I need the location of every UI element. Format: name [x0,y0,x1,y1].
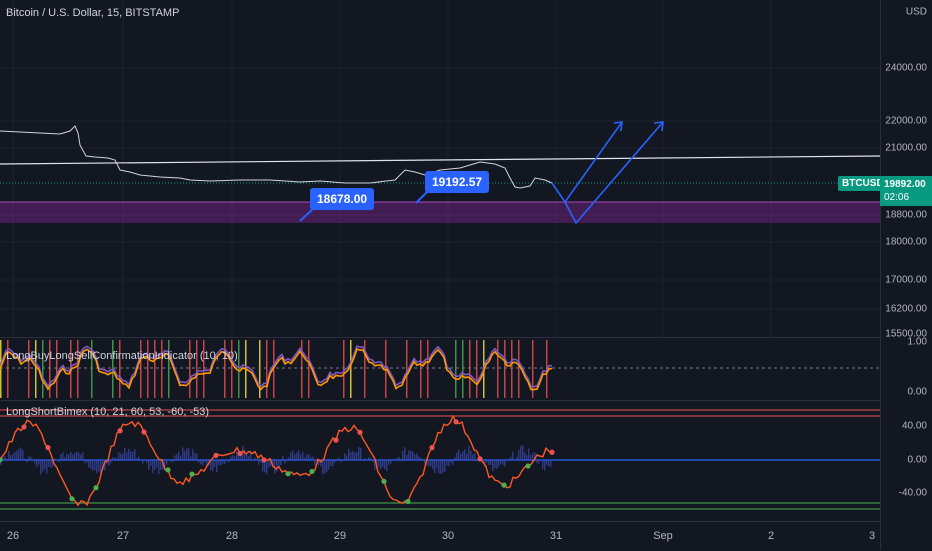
time-label-2: 2 [768,530,774,542]
indicator2-title[interactable]: LongShortBimex (10, 21, 60, 53, -60, -53… [6,406,209,418]
price-tick: 21000.00 [885,143,927,154]
indicator-pane-1[interactable]: LongBuyLongSellConfirmationIndicator (10… [0,338,880,400]
callout-low-price[interactable]: 18678.00 [310,188,374,210]
main-price-pane[interactable]: Bitcoin / U.S. Dollar, 15, BITSTAMP 1867… [0,0,880,337]
time-label-30: 30 [442,530,454,542]
price-tick: 24000.00 [885,63,927,74]
currency-label[interactable]: USD [906,7,927,18]
last-price-value: 19892.00 [884,178,928,191]
price-tick: 18000.00 [885,237,927,248]
price-tick: 22000.00 [885,116,927,127]
symbol-title[interactable]: Bitcoin / U.S. Dollar, 15, BITSTAMP [6,7,179,19]
indicator2-canvas[interactable] [0,401,880,521]
price-tick: 18800.00 [885,210,927,221]
last-price-tag[interactable]: 19892.00 02:06 [880,176,932,206]
indicator2-tick: 0.00 [908,455,927,466]
price-tick: 16200.00 [885,304,927,315]
trend-line[interactable] [0,156,880,164]
indicator1-title[interactable]: LongBuyLongSellConfirmationIndicator (10… [6,350,238,362]
time-label-29: 29 [334,530,346,542]
time-label-26: 26 [7,530,19,542]
time-axis[interactable]: 26 27 28 29 30 31 Sep 2 3 [0,521,880,551]
time-label-28: 28 [226,530,238,542]
price-tick: 17000.00 [885,275,927,286]
price-chart-canvas[interactable] [0,0,880,337]
callout-high-price[interactable]: 19192.57 [425,171,489,193]
time-label-3: 3 [869,530,875,542]
bar-countdown: 02:06 [884,191,928,204]
indicator1-tick: 0.00 [908,387,927,398]
time-label-27: 27 [117,530,129,542]
time-label-sep: Sep [653,530,673,542]
indicator1-canvas[interactable] [0,338,880,400]
indicator-pane-2[interactable]: LongShortBimex (10, 21, 60, 53, -60, -53… [0,401,880,521]
indicator2-tick: 40.00 [902,421,927,432]
price-axis[interactable]: USD 24000.00 22000.00 21000.00 18800.00 … [880,0,932,550]
chart-window: Bitcoin / U.S. Dollar, 15, BITSTAMP 1867… [0,0,932,550]
indicator1-tick: 1.00 [908,337,927,348]
indicator2-tick: -40.00 [899,488,927,499]
time-label-31: 31 [550,530,562,542]
support-zone[interactable] [0,202,880,223]
